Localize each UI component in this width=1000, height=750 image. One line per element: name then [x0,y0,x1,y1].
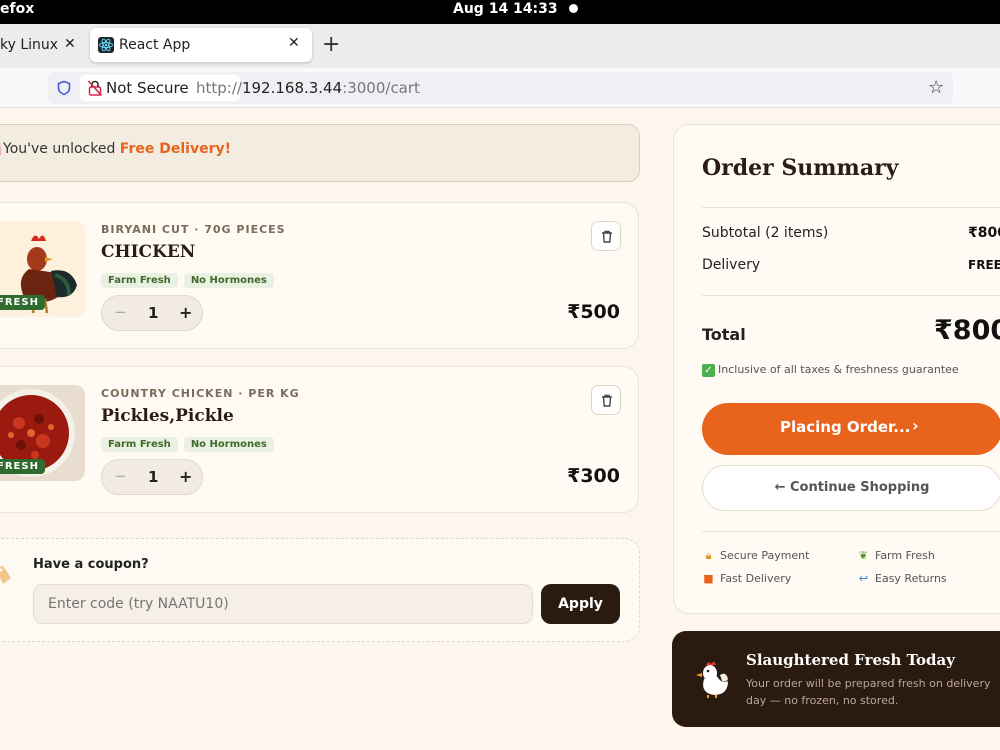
promo-highlight: Free Delivery! [119,141,231,157]
tag-badge: No Hormones [183,437,274,452]
promo-prefix: You've unlocked [3,141,120,157]
apply-coupon-button[interactable]: Apply [541,584,620,624]
url-host: 192.168.3.44 [241,79,343,97]
delivery-label: Delivery [702,257,761,273]
item-tags: Farm Fresh No Hormones [101,432,280,452]
feature-fast-delivery: ■ Fast Delivery [702,572,791,585]
system-clock[interactable]: Aug 14 14:33 [453,1,558,17]
react-favicon-icon [98,37,114,53]
subtotal-label: Subtotal (2 items) [702,225,829,241]
coupon-tag-icon [0,566,11,584]
continue-shopping-button[interactable]: ← Continue Shopping [702,465,1000,511]
decrease-quantity-button[interactable]: − [114,303,127,321]
coupon-label: Have a coupon? [33,557,149,572]
decrease-quantity-button[interactable]: − [114,467,127,485]
fresh-today-banner: Slaughtered Fresh Today Your order will … [672,631,1000,727]
quantity-value: 1 [148,468,159,486]
increase-quantity-button[interactable]: + [179,303,192,322]
inclusive-note-text: Inclusive of all taxes & freshness guara… [718,363,959,376]
feature-label: Secure Payment [720,549,810,562]
shield-icon[interactable] [56,80,72,100]
url-path: :3000/cart [342,79,420,97]
total-label: Total [702,325,746,344]
tab-rocky-linux[interactable]: ky Linux ✕ [0,34,85,60]
increase-quantity-button[interactable]: + [179,467,192,486]
gift-icon [0,145,1,155]
order-summary-card: Order Summary Subtotal (2 items) ₹800 De… [673,124,1000,614]
place-order-label: Placing Order... [780,418,911,436]
delivery-value: FREE [968,258,1000,272]
security-label: Not Secure [106,79,189,97]
return-arrow-icon: ↩ [858,572,869,585]
item-subtitle: BIRYANI CUT · 70G PIECES [101,223,286,236]
leaf-icon: ❦ [858,549,869,562]
inclusive-note: ✓ Inclusive of all taxes & freshness guar… [702,363,959,377]
chevron-right-icon: › [912,416,919,435]
free-delivery-banner: You've unlocked Free Delivery! [0,124,640,182]
fresh-badge: FRESH [0,459,45,474]
tag-badge: No Hormones [183,273,274,288]
address-bar[interactable]: Not Secure http://192.168.3.44:3000/cart… [48,72,953,104]
cart-item: FRESH BIRYANI CUT · 70G PIECES CHICKEN F… [0,202,639,349]
quantity-stepper: − 1 + [101,459,203,495]
url-scheme: http:// [196,79,242,97]
promo-text: You've unlocked Free Delivery! [3,141,231,157]
feature-secure-payment: 🔒︎ Secure Payment [702,549,810,563]
item-tags: Farm Fresh No Hormones [101,268,280,288]
close-tab-icon[interactable]: ✕ [64,36,76,52]
active-app-name[interactable]: efox [0,1,34,17]
lock-icon: 🔒︎ [705,549,712,562]
os-top-bar: efox Aug 14 14:33 [0,0,1000,24]
divider [702,295,1000,296]
total-value: ₹800 [934,315,1000,346]
trash-icon [602,230,612,243]
place-order-button[interactable]: Placing Order... › [702,403,1000,455]
feature-label: Fast Delivery [720,572,792,585]
feature-label: Easy Returns [875,572,947,585]
notification-dot-icon [569,4,578,13]
remove-item-button[interactable] [591,221,621,251]
navigation-toolbar: Not Secure http://192.168.3.44:3000/cart… [0,68,1000,108]
check-icon: ✓ [702,364,715,377]
insecure-lock-icon [87,79,103,101]
truck-icon: ■ [703,572,714,585]
new-tab-icon[interactable]: + [322,32,340,57]
feature-farm-fresh: ❦ Farm Fresh [857,549,935,562]
coupon-code-input[interactable] [33,584,533,624]
trash-icon [602,394,612,407]
item-price: ₹500 [567,301,620,323]
item-subtitle: COUNTRY CHICKEN · PER KG [101,387,300,400]
close-tab-icon[interactable]: ✕ [288,35,300,51]
item-name: Pickles,Pickle [101,406,234,426]
url-text[interactable]: http://192.168.3.44:3000/cart [196,79,420,97]
cart-item: FRESH COUNTRY CHICKEN · PER KG Pickles,P… [0,366,639,513]
remove-item-button[interactable] [591,385,621,415]
tag-badge: Farm Fresh [101,437,178,452]
summary-title: Order Summary [702,155,899,181]
tab-react-app[interactable]: React App ✕ [90,28,312,62]
coupon-section: Have a coupon? Apply [0,538,640,642]
fresh-badge: FRESH [0,295,45,310]
feature-easy-returns: ↩ Easy Returns [857,572,947,585]
item-price: ₹300 [567,465,620,487]
tab-label: React App [119,37,191,53]
chicken-icon [696,661,728,698]
subtotal-value: ₹800 [968,225,1000,241]
bookmark-star-icon[interactable]: ☆ [928,77,944,98]
banner-title: Slaughtered Fresh Today [746,651,955,669]
tab-label: ky Linux [0,37,59,53]
quantity-stepper: − 1 + [101,295,203,331]
feature-label: Farm Fresh [875,549,935,562]
divider [702,207,1000,208]
item-name: CHICKEN [101,242,196,262]
banner-description: Your order will be prepared fresh on del… [746,677,991,707]
tag-badge: Farm Fresh [101,273,178,288]
quantity-value: 1 [148,304,159,322]
divider [702,531,1000,532]
browser-tab-strip: ky Linux ✕ React App ✕ + [0,24,1000,68]
